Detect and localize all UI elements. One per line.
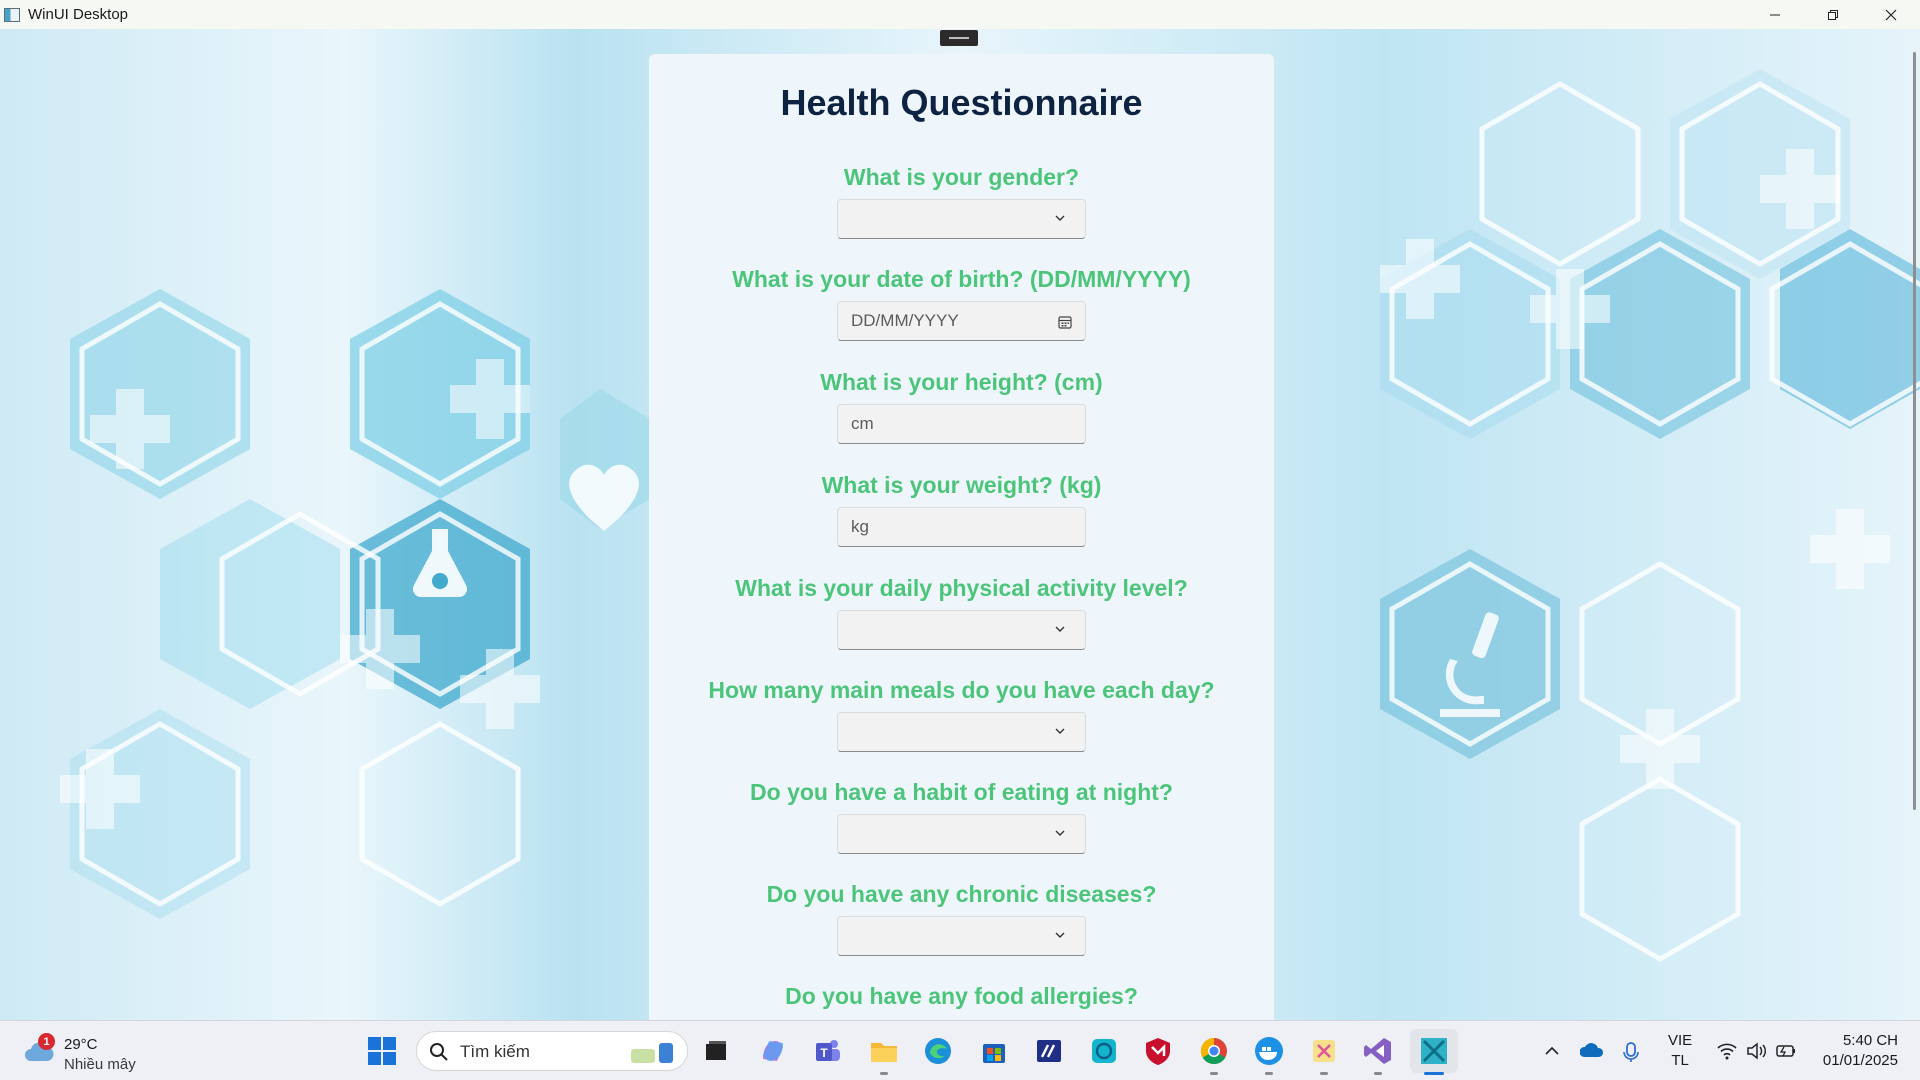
mcafee-icon[interactable] xyxy=(1142,1035,1174,1067)
search-highlight-icon xyxy=(631,1043,673,1063)
minimize-button[interactable] xyxy=(1746,0,1804,29)
question-night-eating-label: Do you have a habit of eating at night? xyxy=(750,779,1173,805)
microsoft-store-icon[interactable] xyxy=(978,1035,1010,1067)
question-allergies-label: Do you have any food allergies? xyxy=(785,983,1138,1009)
height-input[interactable]: cm xyxy=(837,404,1086,444)
clock-date: 01/01/2025 xyxy=(1822,1052,1898,1069)
taskbar-search[interactable]: Tìm kiếm xyxy=(416,1031,688,1071)
wifi-icon[interactable] xyxy=(1716,1035,1738,1067)
calendar-icon xyxy=(1058,316,1072,329)
clock-time: 5:40 CH xyxy=(1842,1032,1898,1049)
winui-app-icon[interactable] xyxy=(1418,1035,1450,1067)
svg-text:T: T xyxy=(820,1046,828,1060)
question-gender-label: What is your gender? xyxy=(843,164,1080,190)
chevron-up-icon[interactable] xyxy=(1544,1035,1560,1067)
question-dob-label: What is your date of birth? (DD/MM/YYYY) xyxy=(732,266,1191,292)
height-placeholder: cm xyxy=(851,414,874,433)
weight-placeholder: kg xyxy=(851,517,869,536)
running-indicator xyxy=(1210,1072,1218,1075)
chrome-icon[interactable] xyxy=(1198,1035,1230,1067)
running-indicator xyxy=(880,1072,888,1075)
chevron-down-icon xyxy=(1055,215,1065,221)
window-title: WinUI Desktop xyxy=(28,6,129,23)
window-controls xyxy=(1746,0,1920,29)
close-button[interactable] xyxy=(1862,0,1920,29)
chronic-diseases-dropdown[interactable] xyxy=(837,916,1086,956)
microphone-icon[interactable] xyxy=(1622,1035,1640,1067)
visual-studio-icon[interactable] xyxy=(1362,1035,1394,1067)
chevron-down-icon xyxy=(1055,626,1065,632)
app-icon xyxy=(4,7,20,22)
input-language-indicator[interactable]: VIE TL xyxy=(1668,1031,1692,1071)
close-icon xyxy=(1885,9,1897,20)
date-placeholder: DD/MM/YYYY xyxy=(851,311,959,330)
weather-condition: Nhiều mây xyxy=(64,1056,136,1073)
minimize-icon xyxy=(1770,14,1780,15)
active-indicator xyxy=(1424,1072,1444,1075)
search-icon xyxy=(430,1043,448,1061)
windows-start-icon[interactable] xyxy=(366,1035,398,1067)
chevron-down-icon xyxy=(1055,728,1065,734)
volume-icon[interactable] xyxy=(1745,1035,1767,1067)
date-of-birth-picker[interactable]: DD/MM/YYYY xyxy=(837,301,1086,341)
onedrive-icon[interactable] xyxy=(1580,1035,1604,1067)
copilot-icon[interactable] xyxy=(757,1035,789,1067)
drag-handle[interactable] xyxy=(940,30,978,46)
question-activity-label: What is your daily physical activity lev… xyxy=(735,575,1188,601)
meals-dropdown[interactable] xyxy=(837,712,1086,752)
question-meals-label: How many main meals do you have each day… xyxy=(708,677,1215,703)
search-placeholder: Tìm kiếm xyxy=(460,1042,530,1061)
taskbar: 1 29°C Nhiều mây Tìm kiếm T VIE TL 5:40 … xyxy=(0,1020,1920,1080)
weight-input[interactable]: kg xyxy=(837,507,1086,547)
language-code: VIE xyxy=(1668,1032,1693,1049)
notification-badge: 1 xyxy=(38,1033,55,1050)
task-view-icon[interactable] xyxy=(700,1035,732,1067)
battery-icon[interactable] xyxy=(1774,1035,1798,1067)
running-indicator xyxy=(1320,1072,1328,1075)
app-icon-blue[interactable] xyxy=(1033,1035,1065,1067)
title-bar: WinUI Desktop xyxy=(0,0,1920,29)
question-chronic-label: Do you have any chronic diseases? xyxy=(766,881,1157,907)
weather-widget[interactable]: 1 29°C Nhiều mây xyxy=(22,1027,152,1075)
file-explorer-icon[interactable] xyxy=(868,1035,900,1067)
question-weight-label: What is your weight? (kg) xyxy=(821,472,1102,498)
running-indicator xyxy=(1265,1072,1273,1075)
weather-temperature: 29°C xyxy=(64,1036,98,1053)
question-height-label: What is your height? (cm) xyxy=(820,369,1103,395)
chevron-down-icon xyxy=(1055,932,1065,938)
restore-icon xyxy=(1828,9,1838,20)
docker-icon[interactable] xyxy=(1253,1035,1285,1067)
page-title: Health Questionnaire xyxy=(780,82,1143,123)
restore-button[interactable] xyxy=(1804,0,1862,29)
questionnaire-panel: Health Questionnaire What is your gender… xyxy=(649,54,1274,1020)
language-layout: TL xyxy=(1671,1052,1689,1069)
teams-icon[interactable]: T xyxy=(812,1035,844,1067)
vertical-scrollbar[interactable] xyxy=(1913,52,1916,810)
system-clock[interactable]: 5:40 CH 01/01/2025 xyxy=(1823,1031,1898,1071)
activity-level-dropdown[interactable] xyxy=(837,610,1086,650)
gender-dropdown[interactable] xyxy=(837,199,1086,239)
snipping-tool-icon[interactable] xyxy=(1308,1035,1340,1067)
app-icon-teal[interactable] xyxy=(1088,1035,1120,1067)
running-indicator xyxy=(1374,1072,1382,1075)
chevron-down-icon xyxy=(1055,830,1065,836)
night-eating-dropdown[interactable] xyxy=(837,814,1086,854)
edge-icon[interactable] xyxy=(922,1035,954,1067)
